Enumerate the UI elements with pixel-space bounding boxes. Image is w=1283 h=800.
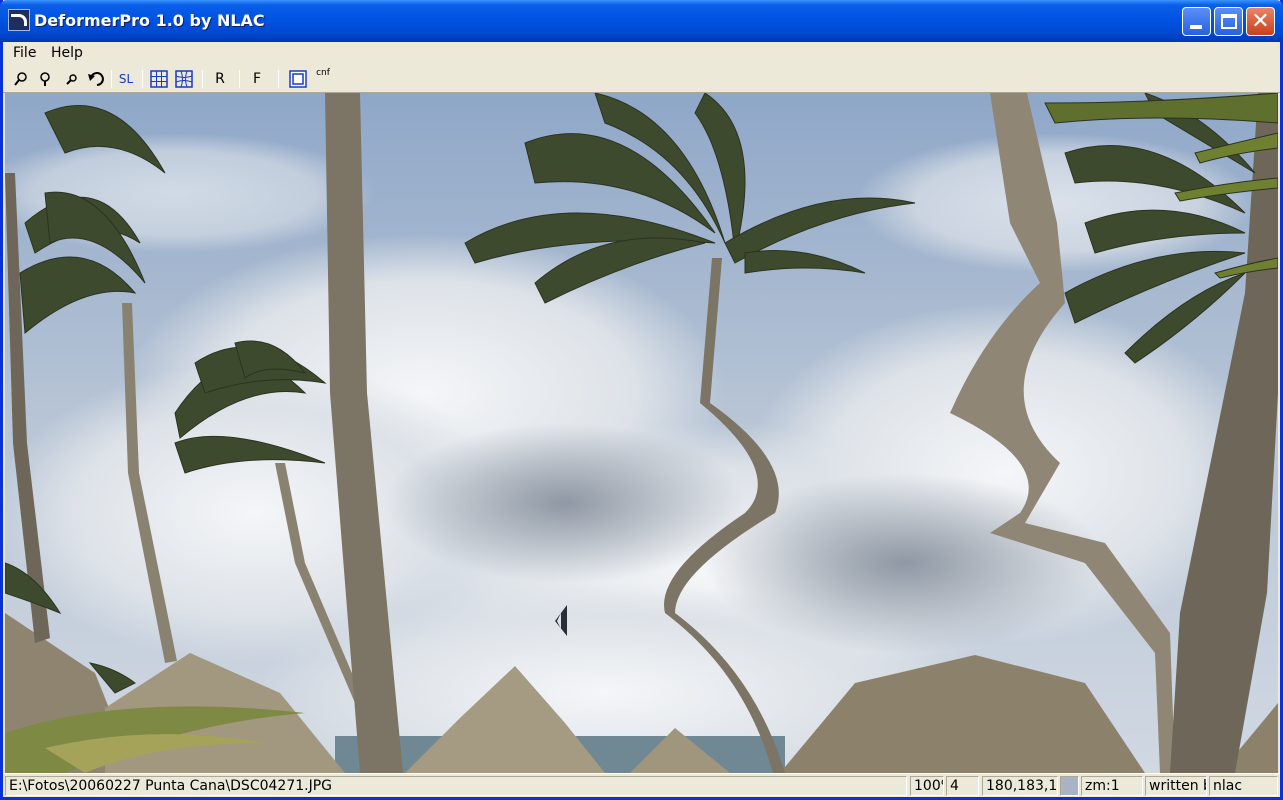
zoom-out-button[interactable] [35,68,55,90]
f-button[interactable]: F [246,68,268,90]
maximize-button[interactable] [1214,7,1243,36]
status-value-2: 4 [946,776,979,796]
frame-icon [289,70,307,88]
close-button[interactable]: ✕ [1246,7,1275,36]
magnifier-icon [66,74,77,85]
maximize-icon [1221,14,1237,29]
file-path: E:\Fotos\20060227 Punta Cana\DSC04271.JP… [5,776,907,796]
minimize-button[interactable] [1182,7,1211,36]
app-window: DeformerPro 1.0 by NLAC ✕ File Help SL R… [0,0,1283,800]
sl-button[interactable]: SL [115,68,137,90]
undo-button[interactable] [85,68,107,90]
menu-file[interactable]: File [13,45,36,61]
zoom-level: zm:1 [1081,776,1143,796]
photo-image [5,93,1278,773]
menu-help[interactable]: Help [51,45,83,61]
toolbar: SL R F cnf [3,66,1280,93]
status-value-1: 100% [910,776,944,796]
status-bar: E:\Fotos\20060227 Punta Cana\DSC04271.JP… [3,773,1280,797]
app-icon [8,9,30,31]
window-title: DeformerPro 1.0 by NLAC [34,11,265,30]
menu-bar: File Help [3,42,1280,66]
title-bar[interactable]: DeformerPro 1.0 by NLAC ✕ [0,0,1283,42]
image-canvas[interactable] [5,93,1278,773]
deform-grid-button[interactable] [173,68,195,90]
zoom-in-icon [14,72,27,86]
r-button[interactable]: R [209,68,231,90]
deform-grid-icon [175,70,193,88]
rgb-readout: 180,183,1 [982,776,1058,796]
grid-button[interactable] [148,68,170,90]
grid-icon [150,70,168,88]
minimize-icon [1190,25,1202,29]
close-icon: ✕ [1251,9,1270,34]
undo-icon [88,72,104,86]
zoom-reset-button[interactable] [61,68,81,90]
cnf-button[interactable]: cnf [312,68,334,90]
zoom-out-icon [40,72,50,86]
color-swatch [1060,776,1079,796]
zoom-in-button[interactable] [11,68,31,90]
written-by-label: written by [1145,776,1207,796]
author-label: nlac [1209,776,1278,796]
frame-button[interactable] [287,68,309,90]
